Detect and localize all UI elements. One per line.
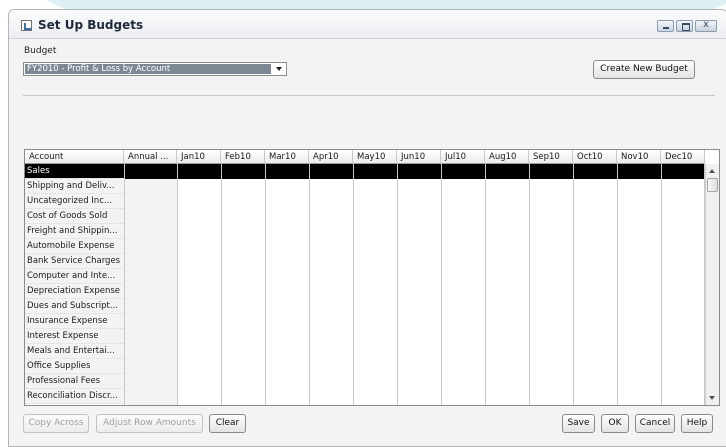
account-name-cell[interactable]: Reconciliation Discr... xyxy=(25,389,124,404)
budget-selected-value: FY2010 - Profit & Loss by Account xyxy=(25,64,271,74)
table-row[interactable]: Professional Fees xyxy=(25,374,705,389)
column-header[interactable]: Mar10 xyxy=(265,150,309,164)
account-name-cell[interactable]: Insurance Expense xyxy=(25,314,124,329)
close-icon[interactable] xyxy=(695,19,717,32)
budget-dropdown[interactable]: FY2010 - Profit & Loss by Account xyxy=(23,62,287,76)
set-up-budgets-window: Set Up Budgets Budget FY2010 - Profit & … xyxy=(8,9,726,447)
grid-column-line xyxy=(309,164,310,405)
account-name-cell[interactable]: Professional Fees xyxy=(25,374,124,389)
grid-column-line xyxy=(221,164,222,405)
account-name-cell[interactable]: Freight and Shippin... xyxy=(25,224,124,239)
scroll-down-icon[interactable] xyxy=(709,396,715,400)
account-name-cell[interactable]: Cost of Goods Sold xyxy=(25,209,124,224)
column-header[interactable]: Sep10 xyxy=(529,150,573,164)
account-name-cell[interactable]: Dues and Subscript... xyxy=(25,299,124,314)
column-header[interactable]: Nov10 xyxy=(617,150,661,164)
divider xyxy=(23,95,715,96)
budget-grid[interactable]: Account Annual ... Jan10 Feb10 Mar10 Apr10 May… xyxy=(24,149,720,406)
grid-column-line xyxy=(441,164,442,405)
table-row[interactable]: Sales xyxy=(25,164,705,179)
window-title: Set Up Budgets xyxy=(38,18,144,32)
account-name-cell[interactable]: Bank Service Charges xyxy=(25,254,124,269)
table-row[interactable]: Dues and Subscript... xyxy=(25,299,705,314)
table-row[interactable]: Freight and Shippin... xyxy=(25,224,705,239)
grid-rows: Sales Shipping and Deliv... Uncategorized … xyxy=(25,164,705,405)
ok-button[interactable]: OK xyxy=(601,414,629,433)
column-header[interactable]: Oct10 xyxy=(573,150,617,164)
table-row[interactable]: Cost of Goods Sold xyxy=(25,209,705,224)
copy-across-button[interactable]: Copy Across xyxy=(23,414,89,433)
grid-column-line xyxy=(124,164,125,405)
table-row[interactable]: Bank Service Charges xyxy=(25,254,705,269)
column-header[interactable]: Feb10 xyxy=(221,150,265,164)
column-header[interactable]: Jan10 xyxy=(177,150,221,164)
column-header[interactable]: Account xyxy=(25,150,124,164)
scroll-thumb[interactable] xyxy=(707,178,718,192)
column-header[interactable]: Dec10 xyxy=(661,150,705,164)
table-row[interactable]: Meals and Entertai... xyxy=(25,344,705,359)
save-button[interactable]: Save xyxy=(562,414,595,433)
column-header[interactable]: Jul10 xyxy=(441,150,485,164)
table-row[interactable]: Interest Expense xyxy=(25,329,705,344)
bottom-button-bar: Copy Across Adjust Row Amounts Clear Sav… xyxy=(9,410,726,446)
account-name-cell[interactable]: Office Supplies xyxy=(25,359,124,374)
grid-column-line xyxy=(617,164,618,405)
account-name-cell[interactable]: Computer and Inte... xyxy=(25,269,124,284)
account-name-cell[interactable]: Interest Expense xyxy=(25,329,124,344)
table-row[interactable]: Insurance Expense xyxy=(25,314,705,329)
grid-header: Account Annual ... Jan10 Feb10 Mar10 Apr10 May… xyxy=(25,150,705,164)
title-bar: Set Up Budgets xyxy=(9,10,726,39)
account-name-cell[interactable]: Depreciation Expense xyxy=(25,284,124,299)
column-header[interactable]: May10 xyxy=(353,150,397,164)
account-name-cell[interactable]: Sales xyxy=(25,164,124,179)
grid-column-line xyxy=(661,164,662,405)
grid-column-line xyxy=(353,164,354,405)
table-row[interactable]: Depreciation Expense xyxy=(25,284,705,299)
account-name-cell[interactable]: Uncategorized Inc... xyxy=(25,194,124,209)
vertical-scrollbar[interactable] xyxy=(705,164,719,405)
grid-column-line xyxy=(177,164,178,405)
budget-label: Budget xyxy=(24,46,57,56)
table-row[interactable]: Uncategorized Inc... xyxy=(25,194,705,209)
account-name-cell[interactable]: Shipping and Deliv... xyxy=(25,179,124,194)
minimize-icon[interactable] xyxy=(657,20,674,32)
table-row[interactable]: Computer and Inte... xyxy=(25,269,705,284)
help-button[interactable]: Help xyxy=(681,414,713,433)
scroll-up-icon[interactable] xyxy=(709,169,715,173)
maximize-icon[interactable] xyxy=(676,20,693,32)
table-row[interactable]: Automobile Expense xyxy=(25,239,705,254)
account-name-cell[interactable]: Automobile Expense xyxy=(25,239,124,254)
grid-column-line xyxy=(485,164,486,405)
grid-column-line xyxy=(573,164,574,405)
budget-app-icon xyxy=(21,20,32,31)
chevron-down-icon[interactable] xyxy=(272,63,286,75)
table-row[interactable]: Reconciliation Discr... xyxy=(25,389,705,404)
column-header[interactable]: Annual ... xyxy=(124,150,177,164)
cancel-button[interactable]: Cancel xyxy=(635,414,675,433)
table-row[interactable]: Office Supplies xyxy=(25,359,705,374)
grid-column-line xyxy=(397,164,398,405)
table-row[interactable]: Shipping and Deliv... xyxy=(25,179,705,194)
adjust-row-amounts-button[interactable]: Adjust Row Amounts xyxy=(96,414,203,433)
column-header[interactable]: Jun10 xyxy=(397,150,441,164)
clear-button[interactable]: Clear xyxy=(209,414,246,433)
grid-column-line xyxy=(529,164,530,405)
column-header[interactable]: Apr10 xyxy=(309,150,353,164)
account-name-cell[interactable]: Meals and Entertai... xyxy=(25,344,124,359)
grid-column-line xyxy=(265,164,266,405)
create-new-budget-button[interactable]: Create New Budget xyxy=(593,60,695,79)
column-header[interactable]: Aug10 xyxy=(485,150,529,164)
